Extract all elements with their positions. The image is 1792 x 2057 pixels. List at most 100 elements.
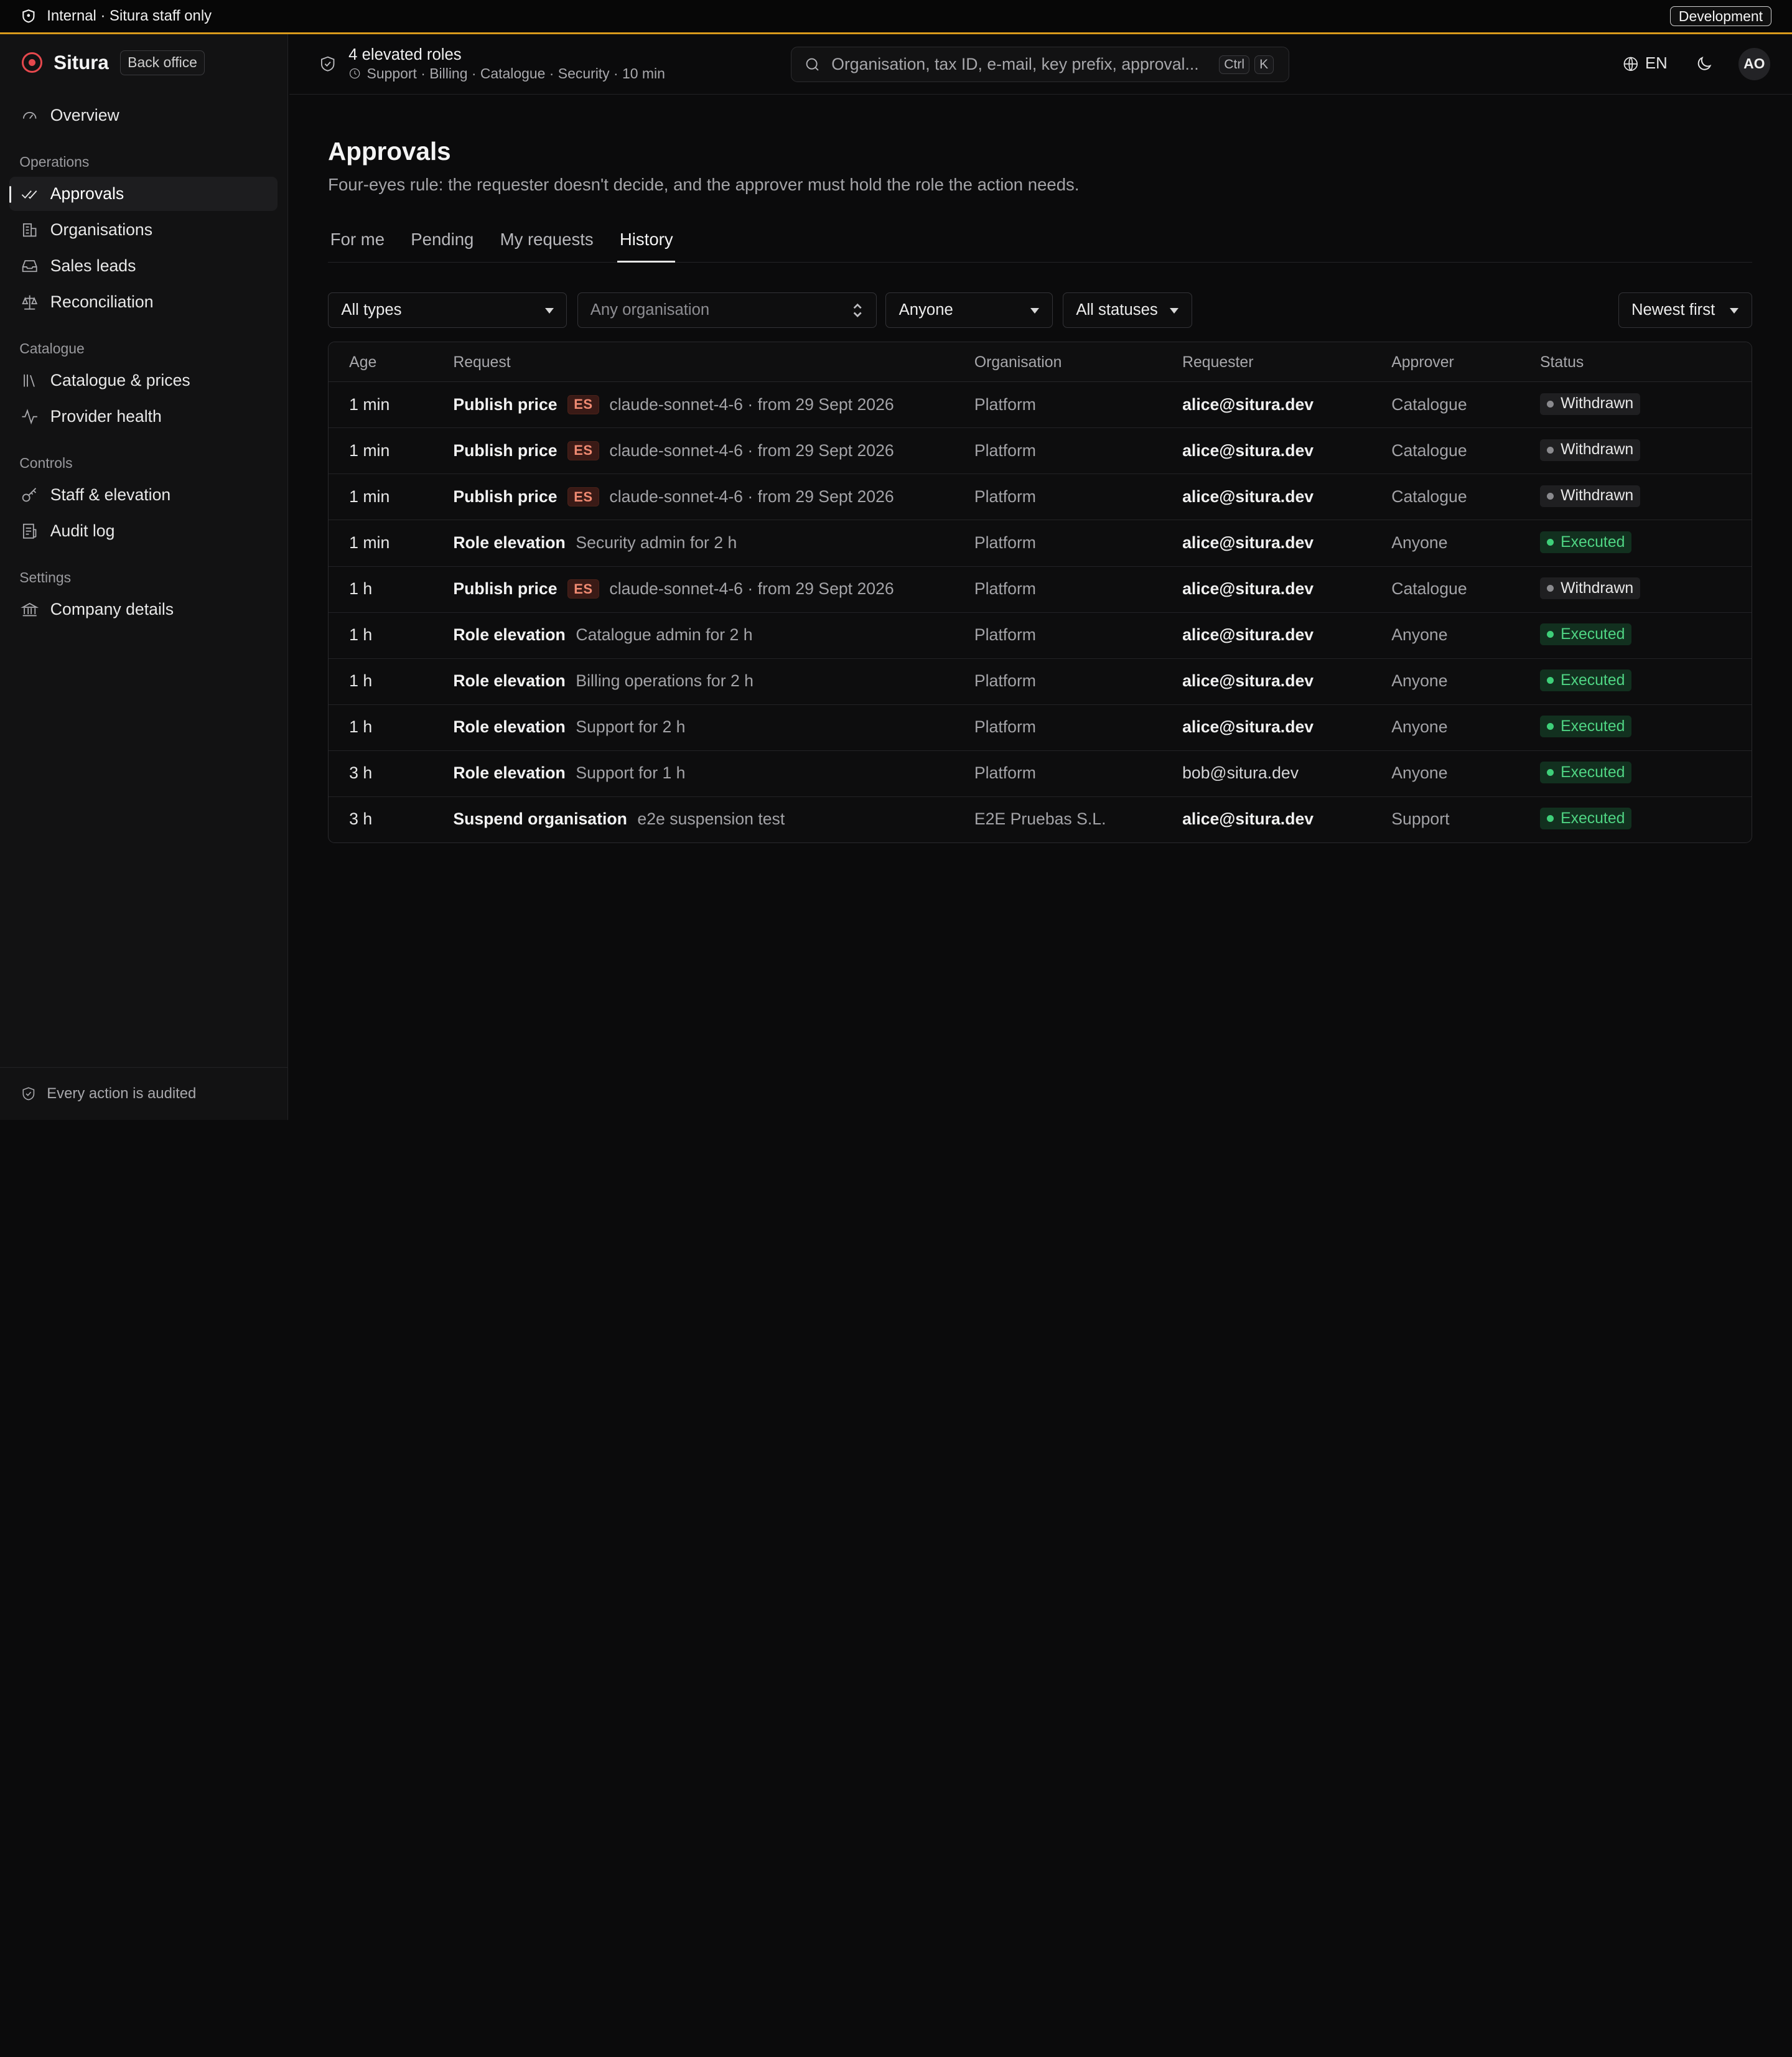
request-type: Publish price — [453, 394, 558, 414]
global-search[interactable]: Ctrl K — [790, 47, 1289, 83]
column-header-requester[interactable]: Requester — [1182, 354, 1253, 371]
status-badge: Withdrawn — [1540, 439, 1641, 462]
chevrons-up-down-icon — [853, 303, 862, 317]
table-row[interactable]: 1 min Publish price ES claude-sonnet-4-6 · … — [329, 474, 1752, 521]
sidebar-item-approvals[interactable]: Approvals — [9, 176, 278, 211]
elevated-roles-indicator[interactable]: 4 elevated roles Support · Billing · Cat… — [319, 45, 665, 82]
internal-banner: Internal · Situra staff only Development — [0, 0, 1792, 35]
header-actions: EN AO — [1622, 48, 1771, 80]
brand-name: Situra — [54, 51, 109, 73]
filters-bar: All types Any organisation Anyone All st… — [328, 292, 1752, 329]
age-cell: 1 h — [349, 625, 373, 644]
status-badge: Withdrawn — [1540, 393, 1641, 416]
brand[interactable]: Situra Back office — [21, 50, 205, 75]
status-badge: Executed — [1540, 807, 1632, 830]
requester-cell: alice@situra.dev — [1182, 625, 1314, 644]
type-filter-select[interactable]: All types — [328, 292, 567, 329]
tab-history[interactable]: History — [617, 224, 676, 263]
organisation-cell: Platform — [974, 533, 1036, 552]
sort-select[interactable]: Newest first — [1618, 292, 1752, 329]
sidebar-item-organisations[interactable]: Organisations — [9, 213, 278, 247]
request-type: Role elevation — [453, 717, 566, 736]
table-row[interactable]: 3 h Role elevation Support for 1 h Platform… — [329, 751, 1752, 797]
table-row[interactable]: 1 h Role elevation Catalogue admin for 2 h… — [329, 613, 1752, 659]
sidebar-item-overview[interactable]: Overview — [9, 98, 278, 133]
sidebar-item-sales-leads[interactable]: Sales leads — [9, 249, 278, 283]
request-cell: Role elevation Catalogue admin for 2 h — [453, 625, 752, 645]
shield-check-icon — [22, 1087, 35, 1101]
chevron-down-icon — [1170, 308, 1179, 314]
status-cell: Executed — [1540, 807, 1632, 830]
tab-my-requests[interactable]: My requests — [498, 224, 595, 263]
table-row[interactable]: 1 h Role elevation Support for 2 h Platform… — [329, 705, 1752, 751]
status-cell: Withdrawn — [1540, 577, 1641, 600]
request-detail: claude-sonnet-4-6 · from 29 Sept 2026 — [609, 579, 894, 599]
request-detail: Security admin for 2 h — [576, 533, 737, 552]
nav-section-catalogue: Catalogue — [19, 340, 85, 357]
column-header-organisation[interactable]: Organisation — [974, 354, 1062, 371]
nav-section-settings: Settings — [19, 569, 72, 585]
sidebar-item-label: Reconciliation — [50, 292, 154, 312]
search-input[interactable] — [831, 55, 1215, 75]
column-header-age[interactable]: Age — [349, 354, 376, 371]
age-cell: 1 min — [349, 533, 390, 552]
sidebar-item-provider-health[interactable]: Provider health — [9, 399, 278, 434]
request-type: Role elevation — [453, 625, 566, 644]
request-type: Role elevation — [453, 533, 566, 552]
table-row[interactable]: 1 min Publish price ES claude-sonnet-4-6 · … — [329, 428, 1752, 475]
status-badge: Executed — [1540, 669, 1632, 692]
sidebar-item-label: Overview — [50, 105, 119, 124]
status-cell: Executed — [1540, 715, 1632, 738]
tab-for-me[interactable]: For me — [328, 224, 387, 263]
request-type: Role elevation — [453, 671, 566, 690]
age-cell: 1 h — [349, 671, 373, 690]
status-cell: Executed — [1540, 623, 1632, 646]
table-row[interactable]: 3 h Suspend organisation e2e suspension te… — [329, 797, 1752, 843]
age-cell: 3 h — [349, 809, 373, 828]
approver-cell: Anyone — [1391, 763, 1448, 782]
column-header-status[interactable]: Status — [1540, 354, 1584, 371]
organisation-cell: Platform — [974, 763, 1036, 782]
sidebar-item-label: Sales leads — [50, 256, 136, 275]
environment-badge: Development — [1670, 6, 1771, 27]
sidebar-item-catalogue-prices[interactable]: Catalogue & prices — [9, 363, 278, 398]
table-row[interactable]: 1 h Role elevation Billing operations for … — [329, 659, 1752, 705]
age-cell: 1 min — [349, 394, 390, 414]
banner-text: Internal · Situra staff only — [47, 7, 212, 25]
request-detail: Billing operations for 2 h — [576, 671, 754, 690]
table-row[interactable]: 1 min Publish price ES claude-sonnet-4-6 · … — [329, 382, 1752, 429]
sidebar-item-staff-elevation[interactable]: Staff & elevation — [9, 478, 278, 512]
request-type: Publish price — [453, 579, 558, 599]
sidebar-item-label: Audit log — [50, 521, 115, 540]
table-row[interactable]: 1 min Role elevation Security admin for 2 … — [329, 520, 1752, 567]
shield-check-icon — [321, 56, 335, 72]
audit-notice: Every action is audited — [0, 1067, 288, 1119]
column-header-request[interactable]: Request — [453, 354, 510, 371]
table-row[interactable]: 1 h Publish price ES claude-sonnet-4-6 · fr… — [329, 567, 1752, 613]
status-filter-select[interactable]: All statuses — [1063, 292, 1192, 329]
requester-cell: alice@situra.dev — [1182, 717, 1314, 736]
requester-cell: alice@situra.dev — [1182, 487, 1314, 506]
approval-tabs: For me Pending My requests History — [328, 224, 1752, 263]
elevated-roles-title: 4 elevated roles — [348, 46, 462, 64]
age-cell: 1 h — [349, 579, 373, 598]
approver-cell: Anyone — [1391, 671, 1448, 690]
sidebar-item-audit-log[interactable]: Audit log — [9, 514, 278, 548]
sidebar-item-reconciliation[interactable]: Reconciliation — [9, 285, 278, 319]
chevron-down-icon — [544, 308, 554, 314]
status-cell: Withdrawn — [1540, 485, 1641, 508]
building-icon — [23, 223, 37, 237]
sidebar-item-company-details[interactable]: Company details — [9, 592, 278, 627]
organisation-filter-combobox[interactable]: Any organisation — [577, 292, 877, 329]
avatar[interactable]: AO — [1738, 48, 1771, 80]
column-header-approver[interactable]: Approver — [1391, 354, 1454, 371]
request-cell: Role elevation Billing operations for 2 h — [453, 671, 754, 691]
locale-badge: ES — [567, 579, 599, 599]
requester-filter-select[interactable]: Anyone — [885, 292, 1053, 329]
language-switcher[interactable]: EN — [1622, 55, 1668, 73]
tab-pending[interactable]: Pending — [409, 224, 476, 263]
moon-icon[interactable] — [1695, 55, 1713, 73]
gauge-icon — [23, 111, 37, 119]
request-cell: Publish price ES claude-sonnet-4-6 · from … — [453, 487, 894, 507]
status-label: Executed — [1561, 671, 1625, 689]
